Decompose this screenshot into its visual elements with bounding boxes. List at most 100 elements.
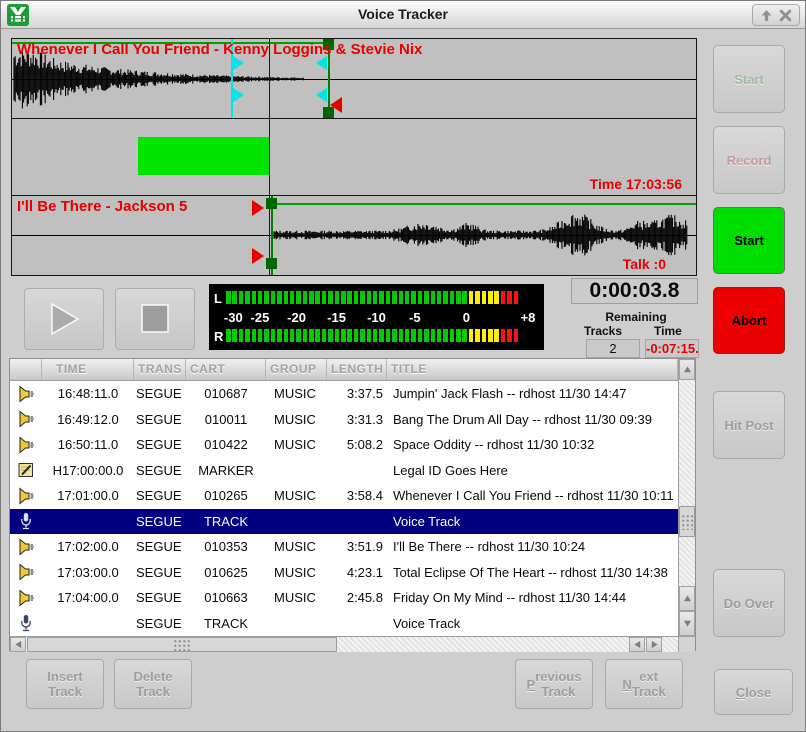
meter-scale-tick: -20 bbox=[287, 310, 306, 325]
scroll-left-button-right[interactable] bbox=[629, 637, 645, 652]
track-a-waveform-pane[interactable]: Whenever I Call You Friend - Kenny Loggi… bbox=[11, 38, 697, 119]
meter-left-segments bbox=[226, 291, 518, 304]
row-type-icon bbox=[10, 563, 42, 581]
log-row[interactable]: H17:00:00.0 SEGUE MARKER Legal ID Goes H… bbox=[10, 458, 678, 484]
voice-track-pane[interactable]: Time 17:03:56 bbox=[11, 118, 697, 196]
previous-track-button[interactable]: Previous Track bbox=[515, 659, 593, 709]
segue-end-handle-top[interactable] bbox=[316, 56, 327, 70]
scroll-up-button[interactable] bbox=[679, 359, 695, 380]
track-b-start-handle-top[interactable] bbox=[266, 198, 277, 209]
column-header-time[interactable]: TIME bbox=[42, 359, 134, 380]
row-title: Whenever I Call You Friend -- rdhost 11/… bbox=[387, 488, 678, 503]
log-row[interactable]: 17:04:00.0 SEGUE 010663 MUSIC 2:45.8 Fri… bbox=[10, 585, 678, 611]
row-cart: TRACK bbox=[186, 616, 266, 631]
meter-segment-green bbox=[437, 291, 442, 304]
meter-segment-green bbox=[290, 329, 295, 342]
remaining-label: Remaining bbox=[576, 310, 696, 324]
start-track-b-button[interactable]: Start bbox=[713, 207, 785, 274]
track-b-centerline bbox=[12, 235, 696, 236]
log-row[interactable]: 16:48:11.0 SEGUE 010687 MUSIC 3:37.5 Jum… bbox=[10, 381, 678, 407]
row-cart: 010011 bbox=[186, 412, 266, 427]
close-button[interactable]: Close bbox=[714, 669, 793, 715]
meter-segment-green bbox=[271, 291, 276, 304]
log-row[interactable]: 16:49:12.0 SEGUE 010011 MUSIC 3:31.3 Ban… bbox=[10, 407, 678, 433]
record-button[interactable]: Record bbox=[713, 126, 785, 194]
voice-track-region[interactable] bbox=[138, 137, 269, 175]
horizontal-scrollbar[interactable] bbox=[10, 636, 678, 652]
row-time: 17:01:00.0 bbox=[42, 488, 134, 503]
shade-window-icon[interactable] bbox=[760, 9, 773, 22]
titlebar: Voice Tracker bbox=[1, 1, 805, 29]
horizontal-scroll-thumb[interactable] bbox=[27, 637, 337, 652]
audio-level-meter: L -30-25-20-15-10-50+8 R bbox=[209, 284, 544, 350]
column-header-cart[interactable]: CART bbox=[186, 359, 266, 380]
column-header-title[interactable]: TITLE bbox=[387, 359, 678, 380]
meter-scale-tick: -10 bbox=[367, 310, 386, 325]
meter-segment-green bbox=[367, 291, 372, 304]
meter-segment-green bbox=[392, 329, 397, 342]
start-track-a-button[interactable]: Start bbox=[713, 45, 785, 113]
log-row[interactable]: SEGUE TRACK Voice Track bbox=[10, 509, 678, 535]
row-type-icon bbox=[10, 385, 42, 403]
row-transition: SEGUE bbox=[134, 590, 186, 605]
remaining-tracks-label: Tracks bbox=[584, 324, 622, 338]
row-cart: 010265 bbox=[186, 488, 266, 503]
column-header-length[interactable]: LENGTH bbox=[327, 359, 387, 380]
meter-segment-green bbox=[399, 329, 404, 342]
row-type-icon bbox=[10, 538, 42, 556]
row-type-icon bbox=[10, 589, 42, 607]
meter-segment-green bbox=[232, 291, 237, 304]
abort-button[interactable]: Abort bbox=[713, 287, 785, 354]
next-track-button[interactable]: Next Track bbox=[605, 659, 683, 709]
vertical-scrollbar[interactable] bbox=[678, 359, 695, 636]
row-title: Voice Track bbox=[387, 616, 678, 631]
column-header-group[interactable]: GROUP bbox=[266, 359, 327, 380]
meter-segment-green bbox=[456, 329, 461, 342]
row-cart: 010422 bbox=[186, 437, 266, 452]
hit-post-button[interactable]: Hit Post bbox=[713, 391, 785, 459]
row-transition: SEGUE bbox=[134, 463, 186, 478]
insert-track-button[interactable]: Insert Track bbox=[26, 659, 104, 709]
row-group: MUSIC bbox=[266, 539, 327, 554]
log-row[interactable]: 17:01:00.0 SEGUE 010265 MUSIC 3:58.4 Whe… bbox=[10, 483, 678, 509]
meter-segment-green bbox=[399, 291, 404, 304]
meter-segment-green bbox=[437, 329, 442, 342]
segue-end-handle-bottom[interactable] bbox=[316, 88, 327, 102]
column-header-trans[interactable]: TRANS bbox=[134, 359, 186, 380]
log-row[interactable]: 17:03:00.0 SEGUE 010625 MUSIC 4:23.1 Tot… bbox=[10, 560, 678, 586]
vertical-scroll-thumb[interactable] bbox=[679, 506, 695, 537]
delete-track-button[interactable]: Delete Track bbox=[114, 659, 192, 709]
row-length: 2:45.8 bbox=[327, 590, 387, 605]
meter-segment-red bbox=[514, 291, 519, 304]
log-row[interactable]: 17:02:00.0 SEGUE 010353 MUSIC 3:51.9 I'l… bbox=[10, 534, 678, 560]
scroll-right-button[interactable] bbox=[646, 637, 662, 652]
row-transition: SEGUE bbox=[134, 488, 186, 503]
close-window-icon[interactable] bbox=[779, 9, 792, 22]
play-button[interactable] bbox=[24, 288, 104, 350]
scroll-down-button[interactable] bbox=[679, 611, 695, 636]
scroll-left-button[interactable] bbox=[10, 637, 26, 652]
scroll-up-button-bottom[interactable] bbox=[679, 586, 695, 611]
column-header-icon[interactable] bbox=[10, 359, 42, 380]
meter-segment-yellow bbox=[494, 291, 499, 304]
log-row[interactable]: SEGUE TRACK Voice Track bbox=[10, 611, 678, 637]
row-group: MUSIC bbox=[266, 590, 327, 605]
segue-marker-handle-top[interactable] bbox=[233, 56, 244, 70]
track-b-start-marker-top[interactable] bbox=[252, 200, 264, 216]
row-time: 16:48:11.0 bbox=[42, 386, 134, 401]
meter-scale-tick: -5 bbox=[409, 310, 421, 325]
stop-button[interactable] bbox=[115, 288, 195, 350]
track-b-waveform-pane[interactable]: I'll Be There - Jackson 5 Talk :0 bbox=[11, 195, 697, 276]
log-row[interactable]: 16:50:11.0 SEGUE 010422 MUSIC 5:08.2 Spa… bbox=[10, 432, 678, 458]
row-title: Bang The Drum All Day -- rdhost 11/30 09… bbox=[387, 412, 678, 427]
row-title: Jumpin' Jack Flash -- rdhost 11/30 14:47 bbox=[387, 386, 678, 401]
meter-segment-red bbox=[507, 291, 512, 304]
row-group: MUSIC bbox=[266, 565, 327, 580]
track-b-start-handle-bottom[interactable] bbox=[266, 258, 277, 269]
row-cart: MARKER bbox=[186, 463, 266, 478]
fade-marker-red[interactable] bbox=[330, 97, 342, 113]
track-b-start-marker-bottom[interactable] bbox=[252, 248, 264, 264]
segue-marker-handle-bottom[interactable] bbox=[233, 88, 244, 102]
do-over-button[interactable]: Do Over bbox=[713, 569, 785, 637]
meter-segment-green bbox=[335, 291, 340, 304]
